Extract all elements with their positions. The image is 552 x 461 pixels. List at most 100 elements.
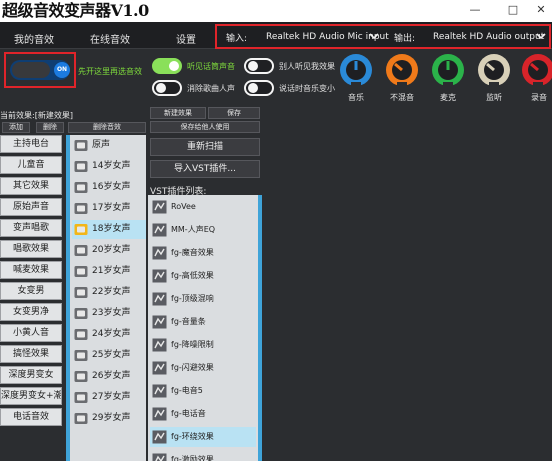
plugin-icon (152, 361, 167, 375)
category-button[interactable]: 变声唱歌 (0, 219, 62, 237)
category-button[interactable]: 原始声音 (0, 198, 62, 216)
vst-plugin-item[interactable]: fg-电音5 (150, 381, 256, 401)
vst-plugin-label: fg-环绕效果 (171, 432, 214, 441)
vst-plugin-label: RoVee (171, 202, 196, 211)
vst-plugin-item[interactable]: fg-降噪限制 (150, 335, 256, 355)
vst-plugin-label: fg-电话音 (171, 409, 206, 418)
category-button[interactable]: 小黄人音 (0, 324, 62, 342)
effect-label: 29岁女声 (92, 413, 131, 423)
others-hear-label: 别人听见我效果 (279, 62, 335, 71)
current-effect-title: 当前效果:[新建效果] (0, 111, 73, 120)
close-button[interactable]: ✕ (532, 2, 550, 18)
category-button[interactable]: 深度男变女+潮响 (0, 387, 62, 405)
effect-item[interactable]: 16岁女声 (72, 178, 146, 197)
effect-label: 16岁女声 (92, 182, 131, 192)
effect-label: 21岁女声 (92, 266, 131, 276)
import-vst-button[interactable]: 导入VST插件... (150, 160, 260, 178)
vst-plugin-item[interactable]: fg-激励效果 (150, 450, 256, 461)
effect-item[interactable]: 20岁女声 (72, 241, 146, 260)
vst-plugin-item[interactable]: fg-音量条 (150, 312, 256, 332)
effect-item[interactable]: 27岁女声 (72, 388, 146, 407)
category-button[interactable]: 电话音效 (0, 408, 62, 426)
vst-plugin-item[interactable]: fg-高低效果 (150, 266, 256, 286)
category-button[interactable]: 女变男 (0, 282, 62, 300)
effect-item[interactable]: 14岁女声 (72, 157, 146, 176)
record-dial-label: 录音 (531, 93, 547, 102)
category-button[interactable]: 女变男净 (0, 303, 62, 321)
output-device-select[interactable]: Realtek HD Audio output (433, 29, 544, 45)
nomix-dial-label: 不混音 (390, 93, 414, 102)
effect-item[interactable]: 25岁女声 (72, 346, 146, 365)
plugin-icon (152, 338, 167, 352)
effect-item[interactable]: 29岁女声 (72, 409, 146, 428)
save-for-others-button[interactable]: 保存给他人使用 (150, 121, 260, 133)
main-effect-toggle[interactable]: ON (10, 60, 70, 80)
title-bar: 超级音效变声器V1.0 — □ ✕ (0, 0, 552, 22)
effect-label: 23岁女声 (92, 308, 131, 318)
delete-button[interactable]: 删除 (36, 122, 64, 133)
effect-label: 18岁女声 (92, 224, 131, 234)
nomix-dial-icon[interactable] (384, 52, 420, 88)
others-hear-toggle[interactable] (244, 58, 274, 74)
effect-item[interactable]: 24岁女声 (72, 325, 146, 344)
effect-label: 17岁女声 (92, 203, 131, 213)
effect-item[interactable]: 17岁女声 (72, 199, 146, 218)
chevron-down-icon[interactable] (535, 30, 547, 42)
vst-plugin-label: fg-高低效果 (171, 271, 214, 280)
music-dial-icon[interactable] (338, 52, 374, 88)
monitor-dial-icon[interactable] (476, 52, 512, 88)
effect-item[interactable]: 22岁女声 (72, 283, 146, 302)
hear-mic-label: 听见话筒声音 (187, 62, 235, 71)
vst-plugin-label: fg-魔音效果 (171, 248, 214, 257)
vst-plugin-item[interactable]: MM-人声EQ (150, 220, 256, 240)
category-button[interactable]: 唱歌效果 (0, 240, 62, 258)
effect-label: 20岁女声 (92, 245, 131, 255)
add-button[interactable]: 添加 (2, 122, 30, 133)
tab-online-effects[interactable]: 在线音效 (90, 31, 130, 46)
category-button[interactable]: 深度男变女 (0, 366, 62, 384)
monitor-dial-label: 监听 (486, 93, 502, 102)
vst-plugin-item[interactable]: fg-电话音 (150, 404, 256, 424)
vst-plugin-item[interactable]: fg-闪避效果 (150, 358, 256, 378)
effect-label: 原声 (92, 140, 111, 150)
tab-my-effects[interactable]: 我的音效 (14, 31, 54, 46)
effect-item[interactable]: 23岁女声 (72, 304, 146, 323)
hear-mic-toggle[interactable] (152, 58, 182, 74)
record-dial-icon[interactable] (520, 52, 552, 88)
new-effect-button[interactable]: 新建效果 (150, 107, 206, 119)
vst-plugin-label: fg-激励效果 (171, 455, 214, 461)
maximize-button[interactable]: □ (504, 2, 522, 18)
effect-icon (74, 371, 88, 382)
effect-item[interactable]: 21岁女声 (72, 262, 146, 281)
category-button[interactable]: 儿童音 (0, 156, 62, 174)
chevron-down-icon[interactable] (368, 30, 380, 42)
tab-settings[interactable]: 设置 (176, 31, 196, 46)
vst-plugin-item[interactable]: fg-顶级混响 (150, 289, 256, 309)
effect-item[interactable]: 26岁女声 (72, 367, 146, 386)
minimize-button[interactable]: — (466, 2, 484, 18)
mic-dial-icon[interactable] (430, 52, 466, 88)
vst-plugin-label: fg-降噪限制 (171, 340, 214, 349)
effect-label: 22岁女声 (92, 287, 131, 297)
category-button[interactable]: 搞怪效果 (0, 345, 62, 363)
effect-icon (74, 329, 88, 340)
input-label: 输入: (226, 34, 248, 44)
plugin-icon (152, 430, 167, 444)
effect-item[interactable]: 原声 (72, 136, 146, 155)
save-button[interactable]: 保存 (208, 107, 260, 119)
remove-vocals-toggle[interactable] (152, 80, 182, 96)
category-button[interactable]: 主持电台 (0, 135, 62, 153)
vst-plugin-item[interactable]: fg-环绕效果 (150, 427, 256, 447)
plugin-icon (152, 315, 167, 329)
duck-music-toggle[interactable] (244, 80, 274, 96)
effect-item[interactable]: 18岁女声 (72, 220, 146, 239)
vst-plugin-list: RoVee MM-人声EQ fg-魔音效果 fg-高低效果 fg-顶级混响 fg-音量条 f… (148, 195, 262, 461)
delete-effect-button[interactable]: 删除音效 (68, 122, 146, 133)
category-button[interactable]: 其它效果 (0, 177, 62, 195)
vst-plugin-item[interactable]: fg-魔音效果 (150, 243, 256, 263)
rescan-button[interactable]: 重新扫描 (150, 138, 260, 156)
vst-plugin-item[interactable]: RoVee (150, 197, 256, 217)
category-button[interactable]: 喊麦效果 (0, 261, 62, 279)
effect-list: 原声 14岁女声 16岁女声 17岁女声 18岁女声 20岁女声 21岁女声 22岁女声 23岁… (66, 135, 146, 461)
plugin-icon (152, 269, 167, 283)
